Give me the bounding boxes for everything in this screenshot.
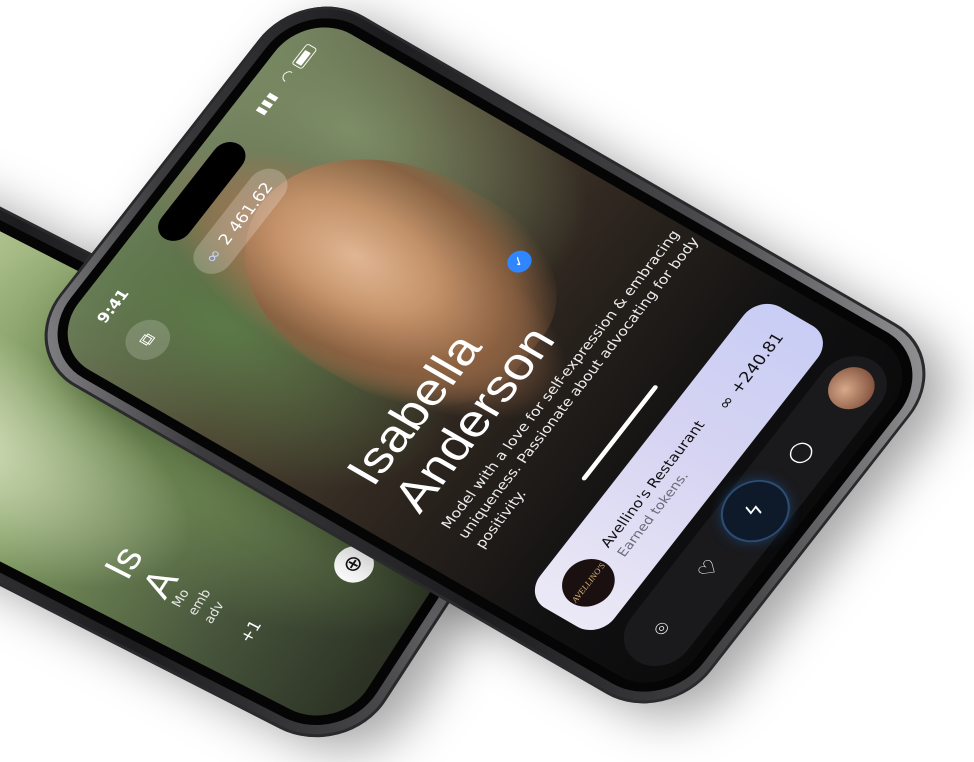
restaurant-logo: AVELLINO'S: [551, 550, 626, 616]
phones-mockup: ← Is A Mo emb adv +1 ⊕ 9:41 ▮▮▮ ◠ ⧉ ∞: [0, 0, 974, 762]
wifi-icon: ◠: [275, 66, 300, 87]
status-time: 9:41: [92, 285, 133, 327]
avatar[interactable]: [818, 359, 885, 417]
token-icon: ∞: [200, 245, 227, 267]
signal-icon: ▮▮▮: [252, 89, 282, 118]
token-icon: ∞: [714, 392, 740, 414]
earned-amount-value: +240.81: [726, 329, 789, 398]
copy-icon[interactable]: ⧉: [116, 312, 180, 368]
back-bio: Mo emb adv: [169, 586, 228, 627]
earned-amount: ∞ +240.81: [714, 330, 788, 413]
back-amount: +1: [235, 617, 266, 646]
battery-icon: [291, 43, 318, 70]
